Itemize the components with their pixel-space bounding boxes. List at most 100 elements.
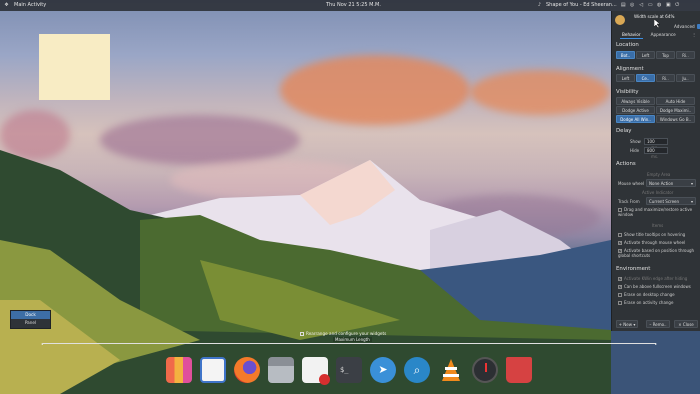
visibility-dodge-all-windows[interactable]: Dodge All Win.. — [616, 115, 655, 123]
location-title: Location — [616, 42, 639, 48]
info-icon[interactable]: ⋮ — [692, 32, 696, 37]
clock[interactable]: Thu Nov 21 5:25 M.M. — [326, 2, 381, 8]
network-icon[interactable]: ◎ — [630, 2, 635, 8]
checkbox[interactable] — [618, 233, 622, 237]
activity-name[interactable]: Main Activity — [14, 2, 46, 8]
location-right[interactable]: Ri.. — [676, 51, 695, 59]
location-top[interactable]: Top — [656, 51, 675, 59]
drag-maximize-option[interactable]: Drag and maximize/restore active window — [618, 207, 698, 217]
volume-icon[interactable]: ◁ — [639, 2, 644, 8]
alignment-justify[interactable]: Ju.. — [676, 74, 695, 82]
document-icon[interactable] — [200, 357, 226, 383]
location-left[interactable]: Left — [636, 51, 655, 59]
visibility-dodge-active[interactable]: Dodge Active — [616, 106, 655, 114]
dock-settings-panel: Width scale at 64% Advanced Behavior App… — [611, 11, 700, 331]
text-editor-icon[interactable] — [302, 357, 330, 385]
empty-area-heading: Empty Area — [647, 172, 671, 177]
notifications-icon[interactable]: ◍ — [657, 2, 662, 8]
maximum-length-ruler[interactable]: ◂ Maximum Length ▸ — [41, 337, 658, 346]
chevron-down-icon: ▾ — [690, 181, 693, 186]
rearrange-label: Rearrange and configure your widgets — [306, 331, 387, 336]
items-heading: Items — [652, 223, 664, 228]
rearrange-widgets-button[interactable]: Rearrange and configure your widgets — [300, 330, 386, 337]
visibility-windows-go-below[interactable]: Windows Go B.. — [656, 115, 695, 123]
erase-desktop-label: Erase on desktop change — [624, 292, 675, 297]
trash-icon[interactable] — [506, 357, 532, 383]
top-panel: ❖ Main Activity Thu Nov 21 5:25 M.M. ♪ S… — [0, 0, 700, 11]
chevron-down-icon: ▾ — [690, 199, 693, 204]
checkbox[interactable] — [618, 293, 622, 297]
show-delay-value: 100 — [647, 139, 655, 144]
battery-icon[interactable]: ▭ — [648, 2, 653, 8]
media-title[interactable]: Shape of You - Ed Sheeran... — [546, 2, 617, 8]
track-from-select[interactable]: Current Screen ▾ — [646, 197, 696, 205]
menu-item-panel[interactable]: Panel — [11, 319, 50, 327]
active-indicator-heading: Active Indicator — [642, 190, 674, 195]
sticky-note-widget[interactable] — [39, 34, 110, 100]
alignment-right[interactable]: Ri.. — [656, 74, 675, 82]
visibility-dodge-maximized[interactable]: Dodge Maximi.. — [656, 106, 695, 114]
track-from-label: Track From — [618, 199, 640, 204]
visibility-always-visible[interactable]: Always Visible — [616, 97, 655, 105]
erase-activity-label: Erase on activity change — [624, 300, 674, 305]
checkmark-icon[interactable]: ✓ — [618, 241, 622, 245]
dock-panel-menu: Dock Panel — [10, 310, 51, 329]
activate-mouse-wheel-option[interactable]: ✓ Activate through mouse wheel — [618, 240, 685, 245]
alignment-title: Alignment — [616, 66, 644, 72]
close-button[interactable]: × Close — [674, 320, 698, 328]
plus-icon: + — [618, 322, 623, 327]
erase-desktop-option[interactable]: Erase on desktop change — [618, 292, 675, 297]
activate-position-label: Activate based on position through globa… — [618, 248, 695, 258]
delay-title: Delay — [616, 128, 632, 134]
hide-delay-input[interactable]: 800 ms. — [644, 147, 668, 159]
drag-maximize-label: Drag and maximize/restore active window — [618, 207, 693, 217]
remove-button[interactable]: – Remo.. — [646, 320, 670, 328]
firefox-icon[interactable] — [234, 357, 260, 383]
hide-delay-label: Hide — [630, 148, 640, 153]
clock-icon[interactable] — [472, 357, 498, 383]
file-manager-icon[interactable] — [268, 357, 294, 383]
ruler-left-handle[interactable]: ◂ — [41, 341, 44, 346]
music-icon[interactable]: ♪ — [537, 2, 542, 8]
photo-collage-icon[interactable] — [166, 357, 192, 383]
display-icon[interactable]: ▣ — [666, 2, 671, 8]
location-bottom[interactable]: Bot.. — [616, 51, 635, 59]
show-delay-input[interactable]: 100 ms. — [644, 138, 668, 150]
alignment-left[interactable]: Left — [616, 74, 635, 82]
new-button-label: New — [623, 322, 633, 327]
kwin-edge-option[interactable]: ✓ Activate KWin edge after hiding — [618, 276, 687, 281]
power-icon[interactable]: ⏻ — [675, 2, 680, 8]
mouse-cursor-icon — [654, 19, 660, 28]
checkmark-icon[interactable]: ✓ — [618, 277, 622, 281]
new-button[interactable]: + New ▾ — [616, 320, 638, 328]
kde-icon[interactable]: ❖ — [4, 2, 9, 8]
telegram-icon[interactable]: ➤ — [370, 357, 396, 383]
maximum-length-label: Maximum Length — [333, 337, 372, 342]
erase-activity-option[interactable]: Erase on activity change — [618, 300, 673, 305]
clipboard-icon[interactable]: ▤ — [621, 2, 626, 8]
above-fullscreen-option[interactable]: ✓ Can be above fullscreen windows — [618, 284, 691, 289]
hide-delay-unit: ms. — [651, 154, 659, 159]
vlc-icon[interactable] — [438, 357, 464, 383]
alignment-center[interactable]: Ce.. — [636, 74, 655, 82]
above-fullscreen-label: Can be above fullscreen windows — [624, 284, 691, 289]
show-title-tooltips-option[interactable]: Show title tooltips on hovering — [618, 232, 685, 237]
ruler-right-handle[interactable]: ▸ — [655, 341, 658, 346]
show-delay-label: Show — [630, 139, 641, 144]
vlc-cone — [442, 359, 460, 381]
rearrange-icon — [300, 331, 304, 336]
terminal-icon[interactable]: $_ — [336, 357, 362, 383]
checkmark-icon[interactable]: ✓ — [618, 285, 622, 289]
mouse-wheel-select[interactable]: None Action ▾ — [646, 179, 696, 187]
activate-position-option[interactable]: ✓ Activate based on position through glob… — [618, 248, 698, 258]
search-icon[interactable]: ⌕ — [404, 357, 430, 383]
remove-button-label: Remo.. — [652, 322, 667, 327]
kwin-edge-label: Activate KWin edge after hiding — [624, 276, 688, 281]
tab-appearance[interactable]: Appearance — [649, 31, 678, 39]
dock: $_ ➤ ⌕ — [166, 353, 535, 387]
show-title-tooltips-label: Show title tooltips on hovering — [624, 232, 686, 237]
visibility-auto-hide[interactable]: Auto Hide — [656, 97, 695, 105]
menu-item-dock[interactable]: Dock — [11, 311, 50, 319]
checkbox[interactable] — [618, 301, 622, 305]
tab-behavior[interactable]: Behavior — [620, 31, 643, 39]
